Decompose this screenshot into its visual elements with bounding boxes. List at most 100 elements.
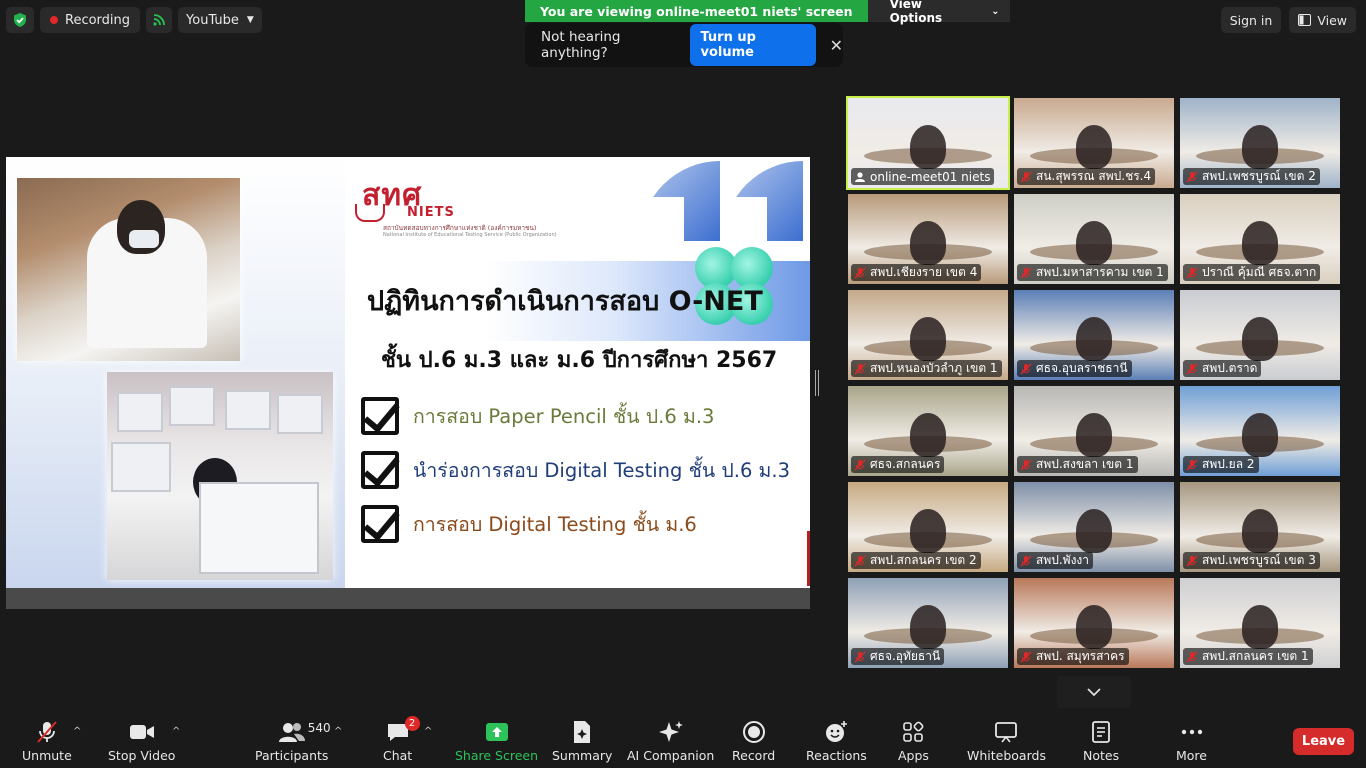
turn-up-volume-button[interactable]: Turn up volume (690, 24, 816, 66)
microphone-muted-icon (1020, 363, 1032, 374)
participant-tile[interactable]: สพป.ยล 2 (1180, 386, 1340, 476)
participants-count: 540 (307, 721, 331, 735)
share-screen-label: Share Screen (455, 748, 539, 763)
microphone-muted-icon (854, 555, 866, 566)
participant-tile[interactable]: สพป.เชียงราย เขต 4 (848, 194, 1008, 284)
participant-name: สพป.สกลนคร เขต 1 (1202, 649, 1309, 663)
participant-tile[interactable]: สพป.หนองบัวลำภู เขต 1 (848, 290, 1008, 380)
slide-photo-panel (6, 157, 345, 588)
participant-name-label: online-meet01 niets (851, 168, 995, 185)
stop-video-button[interactable]: Stop Video (108, 720, 175, 763)
notes-button[interactable]: Notes (1083, 720, 1119, 763)
checklist-item: การสอบ Digital Testing ชั้น ม.6 (361, 505, 697, 543)
live-stream-button[interactable] (146, 7, 173, 33)
notes-icon (1091, 720, 1111, 744)
microphone-muted-icon (1186, 651, 1198, 662)
participant-tile[interactable]: สพป.สงขลา เขต 1 (1014, 386, 1174, 476)
view-options-dropdown[interactable]: View Options ⌄ (867, 0, 1010, 25)
video-options-caret-icon[interactable]: ^ (172, 726, 180, 737)
participant-name-label: สน.สุพรรณ สพป.ชร.4 (1017, 168, 1156, 185)
unmute-button[interactable]: Unmute (22, 720, 72, 763)
participant-video-person (1242, 317, 1278, 361)
participant-tile[interactable]: สพป.สกลนคร เขต 2 (848, 482, 1008, 572)
summary-button[interactable]: Summary (552, 720, 612, 763)
participant-video-person (910, 317, 946, 361)
participant-name-label: สพป. สมุทรสาคร (1017, 648, 1129, 665)
checklist-item-text: การสอบ Digital Testing ชั้น ม.6 (413, 512, 697, 536)
participant-name: ศธจ.อุทัยธานี (870, 649, 941, 663)
view-options-label: View Options (889, 0, 943, 25)
microphone-muted-icon (854, 267, 866, 278)
slide-accent-tab (807, 531, 810, 586)
checkbox-checked-icon (361, 451, 399, 489)
participant-name: สพป.หนองบัวลำภู เขต 1 (870, 361, 998, 375)
resize-handle[interactable] (815, 370, 819, 396)
participant-tile[interactable]: สพป. สมุทรสาคร (1014, 578, 1174, 668)
participant-tile[interactable]: ศธจ.อุบลราชธานี (1014, 290, 1174, 380)
participants-icon: 540 (278, 720, 331, 744)
more-button[interactable]: More (1176, 720, 1207, 763)
leave-button[interactable]: Leave (1293, 728, 1354, 755)
chat-button[interactable]: 2 Chat (383, 716, 420, 763)
participant-tile[interactable]: สพป.ตราด (1180, 290, 1340, 380)
participant-tile[interactable]: ปราณี คุ้มณี ศธจ.ตาก (1180, 194, 1340, 284)
participant-name: สพป.สกลนคร เขต 2 (870, 553, 977, 567)
view-label: View (1317, 12, 1347, 28)
host-icon (855, 171, 865, 182)
participant-tile[interactable]: สพป.สกลนคร เขต 1 (1180, 578, 1340, 668)
gallery-scroll-down-button[interactable] (1057, 676, 1131, 708)
participant-tile[interactable]: สพป.มหาสารคาม เขต 1 (1014, 194, 1174, 284)
whiteboards-button[interactable]: Whiteboards (967, 720, 1046, 763)
shared-screen[interactable]: สทศ NIETS สถาบันทดสอบทางการศึกษาแห่งชาติ… (6, 157, 810, 609)
student-exam-photo (17, 178, 240, 361)
record-icon (742, 720, 766, 744)
video-camera-icon (129, 720, 155, 744)
participant-tile[interactable]: สพป.เพชรบูรณ์ เขต 3 (1180, 482, 1340, 572)
chat-unread-badge: 2 (404, 716, 420, 731)
participant-video-person (910, 125, 946, 169)
apps-icon (902, 720, 924, 744)
share-screen-button[interactable]: Share Screen (455, 720, 538, 763)
share-screen-icon (485, 720, 509, 744)
unmute-label: Unmute (22, 748, 72, 763)
checklist-item: นำร่องการสอบ Digital Testing ชั้น ป.6 ม.… (361, 451, 790, 489)
participant-video-person (910, 605, 946, 649)
photo-figure-mask (129, 230, 159, 248)
microphone-muted-icon (1186, 555, 1198, 566)
microphone-muted-icon (35, 720, 59, 744)
participant-tile[interactable]: ศธจ.อุทัยธานี (848, 578, 1008, 668)
microphone-muted-icon (1020, 267, 1032, 278)
security-shield-button[interactable] (6, 7, 34, 33)
participant-video-person (910, 221, 946, 265)
audio-options-caret-icon[interactable]: ^ (73, 726, 81, 737)
participant-name-label: สพป.สกลนคร เขต 1 (1183, 648, 1313, 665)
reactions-smile-icon (824, 720, 848, 744)
viewing-screen-notice: You are viewing online-meet01 niets' scr… (525, 0, 868, 22)
participant-tile[interactable]: ศธจ.สกลนคร (848, 386, 1008, 476)
participant-tile[interactable]: สน.สุพรรณ สพป.ชร.4 (1014, 98, 1174, 188)
chat-options-caret-icon[interactable]: ^ (424, 726, 432, 737)
stop-video-label: Stop Video (108, 748, 176, 763)
chevron-down-icon: ⌄ (991, 5, 1000, 17)
youtube-stream-dropdown[interactable]: YouTube ▼ (178, 7, 262, 33)
reactions-button[interactable]: Reactions (806, 720, 867, 763)
sign-in-button[interactable]: Sign in (1220, 7, 1282, 33)
participants-button[interactable]: 540 Participants (255, 720, 331, 763)
checkbox-checked-icon (361, 505, 399, 543)
close-icon[interactable]: ✕ (830, 36, 843, 55)
participant-tile[interactable]: สพป.พังงา (1014, 482, 1174, 572)
view-button[interactable]: View (1289, 7, 1356, 33)
microphone-muted-icon (1186, 363, 1198, 374)
participant-name: สพป.พังงา (1036, 553, 1090, 567)
participants-label: Participants (255, 748, 329, 763)
participant-video-person (1076, 317, 1112, 361)
apps-button[interactable]: Apps (898, 720, 929, 763)
participant-tile[interactable]: สพป.เพชรบูรณ์ เขต 2 (1180, 98, 1340, 188)
record-button[interactable]: Record (732, 720, 775, 763)
participant-tile[interactable]: online-meet01 niets (846, 96, 1010, 190)
recording-indicator[interactable]: Recording (40, 7, 141, 33)
ai-companion-button[interactable]: AI Companion (627, 720, 714, 763)
sign-in-label: Sign in (1229, 12, 1273, 28)
participants-options-caret-icon[interactable]: ^ (334, 726, 342, 737)
more-label: More (1176, 748, 1207, 763)
